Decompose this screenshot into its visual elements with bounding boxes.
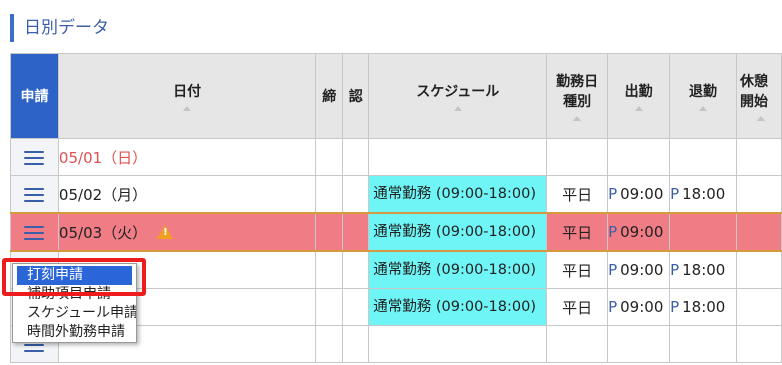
in-cell[interactable]: P 09:00 xyxy=(607,250,671,289)
daytype-cell: 平日 xyxy=(546,212,609,252)
out-cell[interactable]: P 18:00 xyxy=(669,250,738,289)
daytype-cell xyxy=(546,325,609,363)
schedule-cell xyxy=(368,138,548,176)
date-cell: 05/02（月） xyxy=(57,175,317,214)
warning-icon: ! xyxy=(157,224,174,239)
sort-arrow-icon xyxy=(183,106,192,111)
schedule-cell xyxy=(368,325,548,363)
header-out[interactable]: 退勤 xyxy=(669,53,738,139)
sort-arrow-icon xyxy=(634,106,643,111)
sort-arrow-icon xyxy=(453,106,462,111)
in-cell xyxy=(607,325,671,363)
hamburger-icon xyxy=(24,150,45,165)
daytype-cell: 平日 xyxy=(546,175,609,214)
header-break-start[interactable]: 休憩 開始 xyxy=(736,53,782,139)
in-cell[interactable]: P 09:00 xyxy=(607,288,671,326)
header-date[interactable]: 日付 xyxy=(57,53,317,139)
daytype-cell xyxy=(546,138,609,176)
header-apply: 申請 xyxy=(10,53,59,139)
row-menu-button[interactable] xyxy=(10,138,59,176)
schedule-cell[interactable]: 通常勤務 (09:00-18:00) xyxy=(368,288,548,326)
menu-item-overtime-request[interactable]: 時間外勤務申請 xyxy=(13,323,136,342)
header-in[interactable]: 出勤 xyxy=(607,53,671,139)
table-row: 05/02（月） 通常勤務 (09:00-18:00) 平日 P 09:00 P1… xyxy=(10,175,782,214)
table-row: 05/01（日） xyxy=(10,138,782,176)
in-cell xyxy=(607,138,671,176)
out-cell[interactable] xyxy=(669,212,738,252)
in-cell[interactable]: P 09:00 xyxy=(607,175,671,214)
sort-arrow-icon xyxy=(699,106,708,111)
sort-arrow-icon xyxy=(573,116,582,121)
sort-arrow-icon xyxy=(756,116,765,121)
row-menu-button[interactable] xyxy=(10,212,59,252)
schedule-cell[interactable]: 通常勤務 (09:00-18:00) xyxy=(368,250,548,289)
out-cell[interactable]: P 18:00 xyxy=(669,288,738,326)
header-schedule[interactable]: スケジュール xyxy=(368,53,548,139)
row-menu-button[interactable] xyxy=(10,175,59,214)
daytype-cell: 平日 xyxy=(546,288,609,326)
daytype-cell: 平日 xyxy=(546,250,609,289)
header-close: 締 xyxy=(315,53,344,139)
schedule-cell[interactable]: 通常勤務 (09:00-18:00) xyxy=(368,175,548,214)
in-cell[interactable]: P 09:00 xyxy=(607,212,671,252)
header-daytype[interactable]: 勤務日 種別 xyxy=(546,53,609,139)
out-cell[interactable]: P 18:00 xyxy=(669,175,738,214)
highlight-callout-box xyxy=(2,258,146,296)
schedule-cell[interactable]: 通常勤務 (09:00-18:00) xyxy=(368,212,548,252)
menu-item-schedule-request[interactable]: スケジュール申請 xyxy=(13,304,136,323)
out-cell xyxy=(669,138,738,176)
table-row: 05/03（火）! 通常勤務 (09:00-18:00) 平日 P 09:00 xyxy=(10,212,782,252)
date-cell: 05/01（日） xyxy=(57,138,317,176)
date-cell: 05/03（火）! xyxy=(57,212,317,252)
out-cell xyxy=(669,325,738,363)
hamburger-icon xyxy=(24,225,45,240)
hamburger-icon xyxy=(24,187,45,202)
section-title: 日別データ xyxy=(10,14,109,42)
header-approve: 認 xyxy=(342,53,370,139)
